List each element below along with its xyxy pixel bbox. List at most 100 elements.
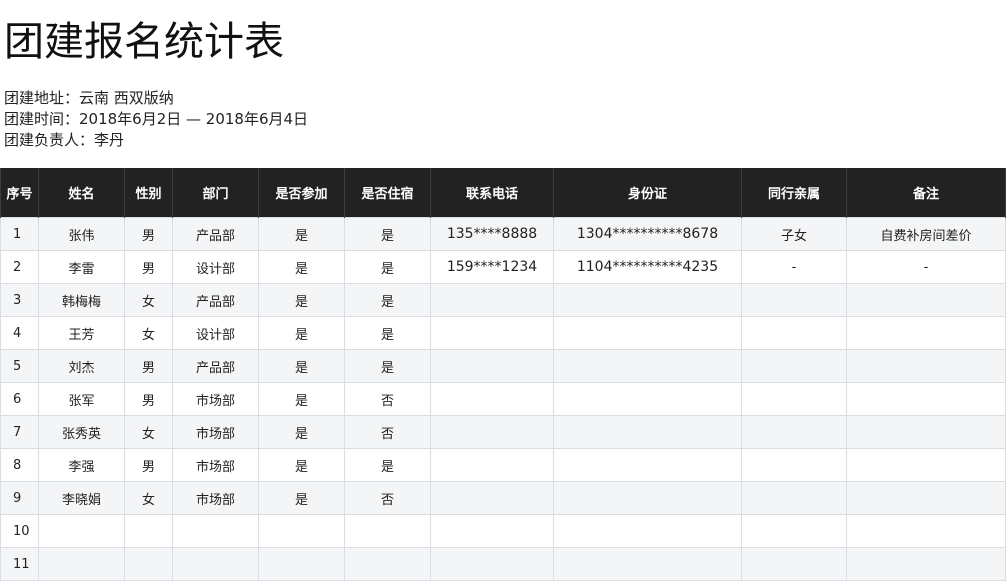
cell-lodging[interactable]: 是 [344, 448, 431, 482]
cell-lodging[interactable]: 否 [344, 415, 431, 449]
cell-notes[interactable] [846, 481, 1006, 515]
cell-gender[interactable]: 男 [124, 349, 173, 383]
cell-lodging[interactable]: 是 [344, 283, 431, 317]
cell-department[interactable]: 市场部 [172, 415, 259, 449]
table-row[interactable]: 8 李强男市场部是是 [0, 448, 1006, 482]
cell-name[interactable]: 韩梅梅 [38, 283, 125, 317]
cell-index[interactable]: 8 [0, 448, 39, 482]
cell-attending[interactable]: 是 [258, 283, 345, 317]
cell-notes[interactable] [846, 283, 1006, 317]
cell-department[interactable]: 市场部 [172, 481, 259, 515]
cell-gender[interactable] [124, 547, 173, 581]
cell-relatives[interactable] [741, 316, 847, 350]
cell-relatives[interactable] [741, 382, 847, 416]
cell-index[interactable]: 5 [0, 349, 39, 383]
cell-department[interactable]: 产品部 [172, 349, 259, 383]
cell-id-card[interactable] [553, 547, 742, 581]
cell-phone[interactable] [430, 349, 554, 383]
cell-department[interactable]: 设计部 [172, 250, 259, 284]
cell-id-card[interactable] [553, 349, 742, 383]
cell-notes[interactable] [846, 349, 1006, 383]
cell-name[interactable]: 李雷 [38, 250, 125, 284]
cell-phone[interactable]: 159****1234 [430, 250, 554, 284]
cell-gender[interactable]: 女 [124, 283, 173, 317]
cell-lodging[interactable] [344, 514, 431, 548]
cell-phone[interactable]: 135****8888 [430, 217, 554, 251]
cell-id-card[interactable]: 1304**********8678 [553, 217, 742, 251]
cell-relatives[interactable]: 子女 [741, 217, 847, 251]
header-notes[interactable]: 备注 [846, 168, 1006, 218]
cell-id-card[interactable] [553, 481, 742, 515]
cell-notes[interactable] [846, 547, 1006, 581]
cell-attending[interactable]: 是 [258, 250, 345, 284]
cell-gender[interactable]: 男 [124, 217, 173, 251]
cell-name[interactable]: 张秀英 [38, 415, 125, 449]
cell-department[interactable] [172, 547, 259, 581]
cell-name[interactable] [38, 514, 125, 548]
cell-name[interactable]: 李强 [38, 448, 125, 482]
cell-lodging[interactable]: 否 [344, 382, 431, 416]
cell-attending[interactable]: 是 [258, 481, 345, 515]
cell-index[interactable]: 2 [0, 250, 39, 284]
cell-name[interactable]: 张伟 [38, 217, 125, 251]
cell-id-card[interactable] [553, 283, 742, 317]
header-lodging[interactable]: 是否住宿 [344, 168, 431, 218]
cell-id-card[interactable] [553, 382, 742, 416]
header-phone[interactable]: 联系电话 [430, 168, 554, 218]
cell-phone[interactable] [430, 415, 554, 449]
cell-gender[interactable]: 女 [124, 481, 173, 515]
cell-phone[interactable] [430, 316, 554, 350]
table-row[interactable]: 6 张军男市场部是否 [0, 382, 1006, 416]
cell-attending[interactable] [258, 547, 345, 581]
cell-gender[interactable]: 男 [124, 250, 173, 284]
cell-index[interactable]: 9 [0, 481, 39, 515]
cell-lodging[interactable]: 是 [344, 250, 431, 284]
cell-notes[interactable] [846, 514, 1006, 548]
cell-relatives[interactable] [741, 481, 847, 515]
cell-gender[interactable]: 男 [124, 382, 173, 416]
table-row[interactable]: 11 [0, 547, 1006, 581]
cell-phone[interactable] [430, 382, 554, 416]
cell-gender[interactable]: 女 [124, 316, 173, 350]
cell-phone[interactable] [430, 547, 554, 581]
cell-phone[interactable] [430, 481, 554, 515]
cell-index[interactable]: 1 [0, 217, 39, 251]
header-attending[interactable]: 是否参加 [258, 168, 345, 218]
cell-department[interactable]: 设计部 [172, 316, 259, 350]
cell-index[interactable]: 7 [0, 415, 39, 449]
cell-relatives[interactable] [741, 349, 847, 383]
cell-name[interactable]: 王芳 [38, 316, 125, 350]
cell-notes[interactable]: - [846, 250, 1006, 284]
cell-attending[interactable]: 是 [258, 448, 345, 482]
cell-attending[interactable]: 是 [258, 316, 345, 350]
table-row[interactable]: 5 刘杰男产品部是是 [0, 349, 1006, 383]
cell-relatives[interactable] [741, 448, 847, 482]
cell-phone[interactable] [430, 283, 554, 317]
cell-phone[interactable] [430, 448, 554, 482]
header-department[interactable]: 部门 [172, 168, 259, 218]
header-name[interactable]: 姓名 [38, 168, 125, 218]
header-gender[interactable]: 性别 [124, 168, 173, 218]
cell-notes[interactable] [846, 382, 1006, 416]
cell-id-card[interactable] [553, 415, 742, 449]
header-relatives[interactable]: 同行亲属 [741, 168, 847, 218]
cell-notes[interactable]: 自费补房间差价 [846, 217, 1006, 251]
table-row[interactable]: 7 张秀英女市场部是否 [0, 415, 1006, 449]
cell-id-card[interactable] [553, 514, 742, 548]
cell-department[interactable]: 市场部 [172, 448, 259, 482]
cell-lodging[interactable]: 是 [344, 349, 431, 383]
cell-lodging[interactable] [344, 547, 431, 581]
cell-relatives[interactable] [741, 514, 847, 548]
cell-relatives[interactable] [741, 283, 847, 317]
cell-lodging[interactable]: 否 [344, 481, 431, 515]
cell-gender[interactable] [124, 514, 173, 548]
cell-name[interactable]: 张军 [38, 382, 125, 416]
cell-index[interactable]: 3 [0, 283, 39, 317]
cell-gender[interactable]: 男 [124, 448, 173, 482]
cell-attending[interactable]: 是 [258, 415, 345, 449]
cell-relatives[interactable]: - [741, 250, 847, 284]
header-index[interactable]: 序号 [0, 168, 39, 218]
cell-id-card[interactable] [553, 316, 742, 350]
cell-attending[interactable]: 是 [258, 382, 345, 416]
cell-department[interactable]: 市场部 [172, 382, 259, 416]
